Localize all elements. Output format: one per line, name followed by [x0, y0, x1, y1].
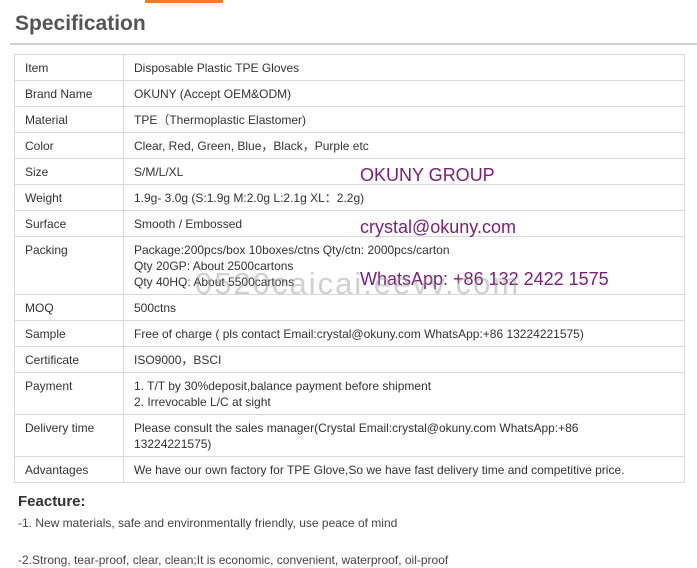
table-row: Surface Smooth / Embossed	[14, 210, 685, 237]
table-row: Payment 1. T/T by 30%deposit,balance paym…	[14, 372, 685, 415]
table-row: Color Clear, Red, Green, Blue，Black，Purpl…	[14, 132, 685, 159]
spec-value: OKUNY (Accept OEM&ODM)	[123, 80, 685, 107]
table-row: Item Disposable Plastic TPE Gloves	[14, 54, 685, 81]
table-row: Delivery time Please consult the sales ma…	[14, 414, 685, 457]
spec-value-line: Clear, Red, Green, Blue，Black，Purple etc	[134, 139, 369, 153]
table-row: Certificate ISO9000，BSCI	[14, 346, 685, 373]
features-heading: Feacture:	[18, 493, 86, 510]
spec-value-line: ISO9000，BSCI	[134, 353, 222, 367]
spec-value-line: Disposable Plastic TPE Gloves	[134, 61, 300, 75]
table-row: Sample Free of charge ( pls contact Email…	[14, 320, 685, 347]
spec-value-line: 1.9g- 3.0g (S:1.9g M:2.0g L:2.1g XL：2.2g…	[134, 191, 365, 205]
table-row: Weight 1.9g- 3.0g (S:1.9g M:2.0g L:2.1g X…	[14, 184, 685, 211]
spec-key: Color	[14, 132, 124, 159]
spec-key: Size	[14, 158, 124, 185]
spec-value-line: Please consult the sales manager(Crystal…	[134, 421, 579, 435]
spec-key: Certificate	[14, 346, 124, 373]
overlay-company-name: OKUNY GROUP	[360, 165, 495, 185]
spec-key: Brand Name	[14, 80, 124, 107]
spec-value-line: We have our own factory for TPE Glove,So…	[134, 463, 625, 477]
feature-item: -2.Strong, tear-proof, clear, clean;It i…	[18, 553, 449, 567]
feature-item: -1. New materials, safe and environmenta…	[18, 516, 398, 530]
spec-key: Packing	[14, 236, 124, 295]
spec-value-line: 500ctns	[134, 301, 177, 315]
table-row: Material TPE（Thermoplastic Elastomer)	[14, 106, 685, 133]
spec-value: Clear, Red, Green, Blue，Black，Purple etc	[123, 132, 685, 159]
spec-value: ISO9000，BSCI	[123, 346, 685, 373]
spec-key: MOQ	[14, 294, 124, 321]
spec-value: TPE（Thermoplastic Elastomer)	[123, 106, 685, 133]
spec-value-line: OKUNY (Accept OEM&ODM)	[134, 87, 292, 101]
spec-key: Weight	[14, 184, 124, 211]
table-row: Brand Name OKUNY (Accept OEM&ODM)	[14, 80, 685, 107]
spec-key: Sample	[14, 320, 124, 347]
title-divider	[10, 43, 697, 45]
section-title: Specification	[15, 12, 146, 35]
spec-key: Payment	[14, 372, 124, 415]
table-row: Size S/M/L/XL	[14, 158, 685, 185]
spec-value-line: TPE（Thermoplastic Elastomer)	[134, 113, 307, 127]
spec-value-line: 13224221575)	[134, 437, 212, 451]
watermark: 0520caicai.eevv.com	[195, 266, 521, 301]
spec-key: Item	[14, 54, 124, 81]
spec-value-line: 1. T/T by 30%deposit,balance payment bef…	[134, 379, 432, 393]
spec-value-line: Free of charge ( pls contact Email:cryst…	[134, 327, 584, 341]
spec-key: Surface	[14, 210, 124, 237]
spec-value-line: Package:200pcs/box 10boxes/ctns Qty/ctn:…	[134, 243, 450, 257]
table-row: Advantages We have our own factory for TP…	[14, 456, 685, 483]
spec-key: Delivery time	[14, 414, 124, 457]
spec-key: Advantages	[14, 456, 124, 483]
spec-key: Material	[14, 106, 124, 133]
spec-value: Disposable Plastic TPE Gloves	[123, 54, 685, 81]
spec-value: Please consult the sales manager(Crystal…	[123, 414, 685, 457]
active-tab-indicator	[145, 0, 223, 3]
spec-value-line: 2. Irrevocable L/C at sight	[134, 395, 271, 409]
spec-value: 1.9g- 3.0g (S:1.9g M:2.0g L:2.1g XL：2.2g…	[123, 184, 685, 211]
spec-value: We have our own factory for TPE Glove,So…	[123, 456, 685, 483]
spec-value: 1. T/T by 30%deposit,balance payment bef…	[123, 372, 685, 415]
spec-value: Free of charge ( pls contact Email:cryst…	[123, 320, 685, 347]
overlay-email: crystal@okuny.com	[360, 217, 516, 237]
